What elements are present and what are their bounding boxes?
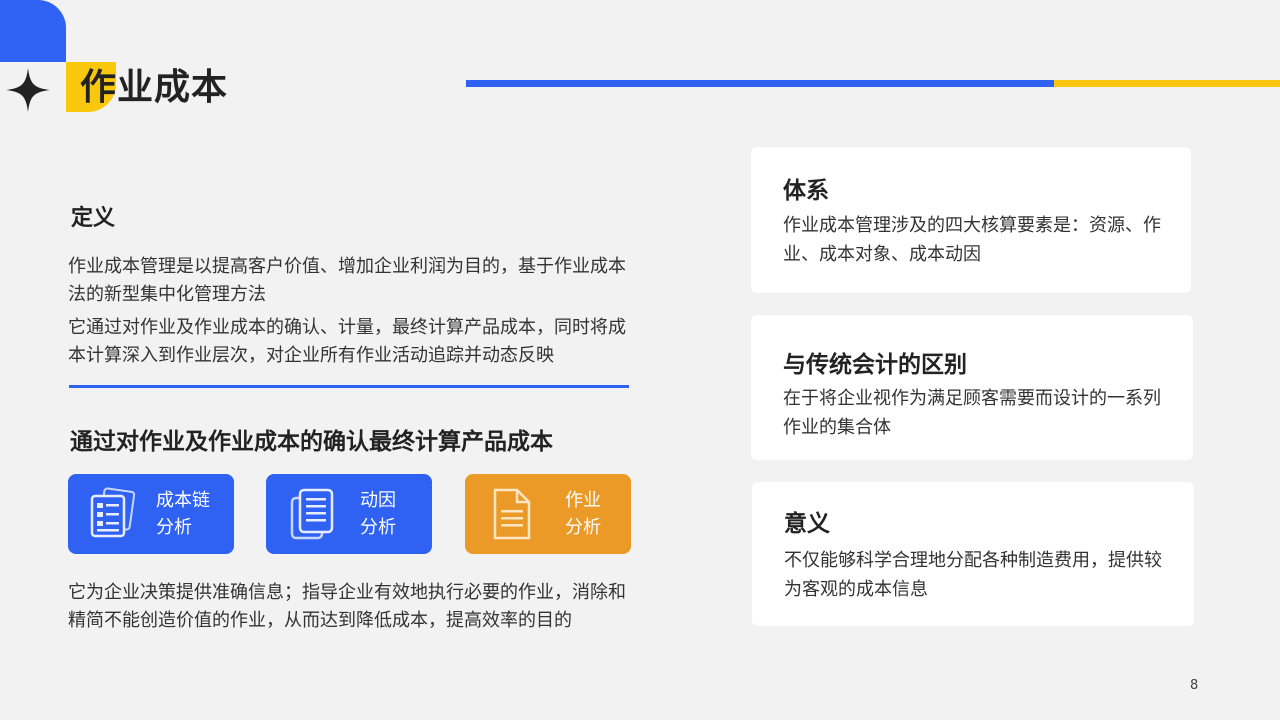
documents-stack-icon (90, 487, 136, 538)
process-item-label-line2: 分析 (156, 517, 192, 538)
copy-documents-icon (290, 488, 334, 540)
process-item-label-line2: 分析 (565, 517, 601, 538)
card-body: 在于将企业视作为满足顾客需要而设计的一系列作业的集合体 (783, 388, 1161, 438)
process-item-label-line1: 作业 (565, 490, 601, 511)
sparkle-star-icon (6, 68, 50, 112)
process-item-driver[interactable]: 动因 分析 (266, 474, 432, 554)
card-body: 不仅能够科学合理地分配各种制造费用，提供较为客观的成本信息 (784, 550, 1162, 600)
process-item-label-line1: 成本链 (156, 490, 210, 511)
process-summary: 它为企业决策提供准确信息；指导企业有效地执行必要的作业，消除和精简不能创造价值的… (68, 582, 626, 631)
process-item-label-line1: 动因 (360, 490, 396, 511)
definition-paragraph-2: 它通过对作业及作业成本的确认、计量，最终计算产品成本，同时将成本计算深入到作业层… (68, 317, 626, 366)
definition-title: 定义 (71, 206, 116, 231)
header-line-yellow (1054, 80, 1280, 87)
process-title: 通过对作业及作业成本的确认最终计算产品成本 (70, 429, 553, 455)
card-title: 意义 (784, 511, 830, 537)
card-difference: 与传统会计的区别 在于将企业视作为满足顾客需要而设计的一系列作业的集合体 (751, 315, 1193, 460)
process-item-activity[interactable]: 作业 分析 (465, 474, 631, 554)
document-icon (493, 488, 531, 540)
process-item-label-line2: 分析 (360, 517, 396, 538)
header-blue-corner (0, 0, 66, 62)
card-title: 与传统会计的区别 (783, 352, 967, 378)
page-number: 8 (1190, 678, 1199, 693)
definition-paragraph-1: 作业成本管理是以提高客户价值、增加企业利润为目的，基于作业成本法的新型集中化管理… (68, 256, 626, 305)
header-line-blue (466, 80, 1054, 87)
card-title: 体系 (783, 178, 829, 204)
card-significance: 意义 不仅能够科学合理地分配各种制造费用，提供较为客观的成本信息 (752, 482, 1194, 626)
section-divider (69, 385, 629, 388)
page-title: 作业成本 (80, 67, 229, 108)
card-system: 体系 作业成本管理涉及的四大核算要素是：资源、作业、成本对象、成本动因 (751, 147, 1191, 293)
card-body: 作业成本管理涉及的四大核算要素是：资源、作业、成本对象、成本动因 (783, 215, 1161, 265)
process-item-cost-chain[interactable]: 成本链 分析 (68, 474, 234, 554)
